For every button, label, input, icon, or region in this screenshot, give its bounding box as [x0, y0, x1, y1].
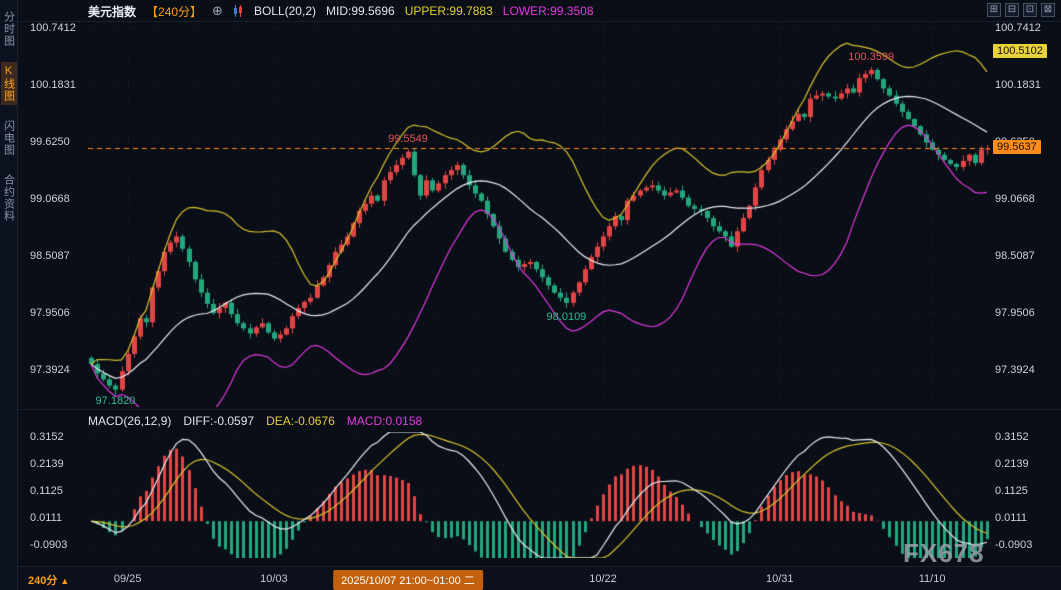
layout-restore-icon[interactable]: ⊡	[1023, 3, 1037, 17]
macd-axis-label-left: -0.0903	[30, 539, 67, 551]
x-axis-label: 09/25	[114, 573, 142, 585]
macd-axis-label-right: 0.2139	[995, 458, 1029, 470]
price-axis-label-left: 100.1831	[30, 79, 76, 91]
chart-annotation: 99.5549	[388, 133, 428, 145]
sidebar-tab-kline[interactable]: K线图	[1, 62, 17, 105]
macd-header: MACD(26,12,9) DIFF:-0.0597 DEA:-0.0676 M…	[88, 414, 422, 428]
header-divider	[18, 21, 1061, 22]
sidebar-tab-timeline[interactable]: 分时图	[1, 8, 17, 50]
macd-hist-value: MACD:0.0158	[347, 414, 422, 428]
boll-upper-value: UPPER:99.7883	[405, 4, 493, 18]
boll-mid-value: MID:99.5696	[326, 4, 395, 18]
chart-annotation: 98.0109	[547, 311, 587, 323]
price-axis-label-left: 99.6250	[30, 136, 70, 148]
period-selector-label: 240分	[28, 575, 57, 587]
candle-style-icon[interactable]	[233, 5, 244, 17]
x-axis-label: 10/31	[766, 573, 794, 585]
price-axis-label-left: 100.7412	[30, 22, 76, 34]
time-axis: 240分▲ 09/25 10/03 10/22 10/31 11/10 2025…	[18, 566, 1061, 590]
boll-lower-value: LOWER:99.3508	[503, 4, 594, 18]
price-axis-label-right: 99.0668	[995, 193, 1035, 205]
selected-time-label: 2025/10/07 21:00~01:00 二	[333, 570, 483, 590]
layout-grid-icon[interactable]: ⊞	[987, 3, 1001, 17]
panel-divider	[18, 409, 1061, 410]
high-price-tag: 100.5102	[993, 44, 1047, 58]
sidebar-tab-lightning[interactable]: 闪电图	[1, 117, 17, 159]
price-axis-label-left: 97.3924	[30, 364, 70, 376]
x-axis-label: 10/03	[260, 573, 288, 585]
chevron-up-icon: ▲	[60, 576, 69, 586]
sidebar-tab-contract-info[interactable]: 合约资料	[1, 171, 17, 225]
period-selector[interactable]: 240分▲	[28, 572, 69, 588]
left-tab-bar: 分时图 K线图 闪电图 合约资料	[0, 0, 18, 590]
macd-indicator-label: MACD(26,12,9)	[88, 414, 171, 428]
price-axis-label-right: 97.9506	[995, 307, 1035, 319]
chart-annotation: 97.1820	[96, 395, 136, 407]
current-price-tag: 99.5637	[993, 140, 1041, 154]
macd-axis-label-left: 0.0111	[30, 512, 62, 524]
symbol-name: 美元指数	[88, 3, 136, 20]
chart-annotation: 100.3599	[848, 51, 894, 63]
price-axis-label-left: 99.0668	[30, 193, 70, 205]
macd-axis-label-right: -0.0903	[995, 539, 1032, 551]
period-label[interactable]: 【240分】	[146, 3, 202, 20]
chart-header: 美元指数 【240分】 ⊕ BOLL(20,2) MID:99.5696 UPP…	[18, 0, 1061, 22]
macd-dea-value: DEA:-0.0676	[266, 414, 335, 428]
price-axis-label-right: 98.5087	[995, 250, 1035, 262]
layout-close-icon[interactable]: ⊠	[1041, 3, 1055, 17]
macd-axis-label-right: 0.3152	[995, 431, 1029, 443]
macd-axis-label-left: 0.2139	[30, 458, 64, 470]
add-indicator-icon[interactable]: ⊕	[212, 3, 223, 19]
layout-minimize-icon[interactable]: ⊟	[1005, 3, 1019, 17]
x-axis-label: 11/10	[919, 573, 946, 585]
macd-axis-label-right: 0.1125	[995, 485, 1028, 497]
watermark: FX678	[903, 538, 985, 569]
chart-application: 分时图 K线图 闪电图 合约资料 美元指数 【240分】 ⊕ BOLL(20,2…	[0, 0, 1061, 590]
macd-axis-label-right: 0.0111	[995, 512, 1027, 524]
macd-axis-label-left: 0.3152	[30, 431, 64, 443]
macd-axis-label-left: 0.1125	[30, 485, 63, 497]
main-chart-canvas[interactable]	[88, 22, 990, 407]
macd-diff-value: DIFF:-0.0597	[183, 414, 254, 428]
window-controls: ⊞ ⊟ ⊡ ⊠	[987, 3, 1055, 17]
price-axis-label-left: 98.5087	[30, 250, 70, 262]
price-axis-label-right: 100.7412	[995, 22, 1041, 34]
price-axis-label-right: 100.1831	[995, 79, 1041, 91]
macd-canvas[interactable]	[88, 432, 990, 558]
boll-indicator-label: BOLL(20,2)	[254, 4, 316, 18]
x-axis-label: 10/22	[589, 573, 617, 585]
price-axis-label-left: 97.9506	[30, 307, 70, 319]
price-axis-label-right: 97.3924	[995, 364, 1035, 376]
